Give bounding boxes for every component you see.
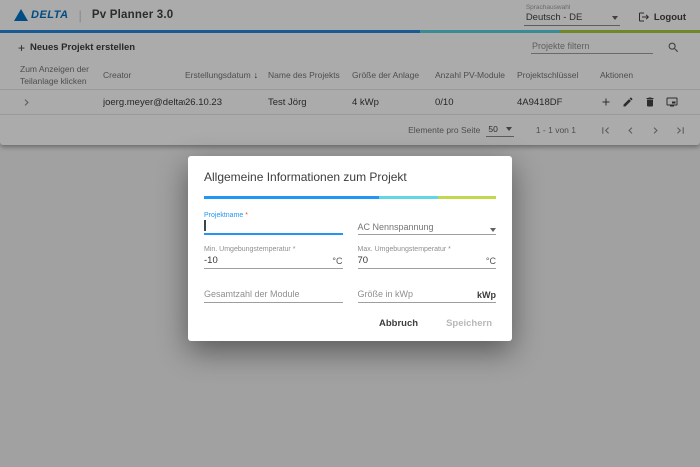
dialog-title: Allgemeine Informationen zum Projekt — [204, 170, 496, 184]
min-temp-input[interactable] — [204, 255, 328, 266]
min-temp-field: Min. Umgebungstemperatur * °C — [204, 246, 343, 269]
size-kwp-spacer — [358, 280, 497, 289]
project-name-field: Projektname * — [204, 212, 343, 235]
max-temp-unit: °C — [482, 256, 496, 266]
progress-cyan-segment — [379, 196, 437, 199]
min-temp-label: Min. Umgebungstemperatur * — [204, 246, 343, 255]
total-modules-spacer — [204, 280, 343, 289]
ac-voltage-value: AC Nennspannung — [358, 222, 434, 232]
ac-voltage-spacer — [358, 212, 497, 221]
project-name-label: Projektname * — [204, 212, 343, 221]
total-modules-field — [204, 280, 343, 303]
max-temp-input[interactable] — [358, 255, 482, 266]
ac-voltage-field: AC Nennspannung — [358, 212, 497, 235]
save-button[interactable]: Speichern — [446, 318, 492, 329]
progress-blue-segment — [204, 196, 379, 199]
max-temp-field: Max. Umgebungstemperatur * °C — [358, 246, 497, 269]
text-cursor — [204, 220, 206, 231]
size-kwp-unit: kWp — [473, 290, 496, 300]
min-temp-unit: °C — [328, 256, 342, 266]
progress-green-segment — [438, 196, 496, 199]
max-temp-label: Max. Umgebungstemperatur * — [358, 246, 497, 255]
project-name-input[interactable] — [204, 221, 343, 232]
size-kwp-input[interactable] — [358, 289, 474, 300]
total-modules-input[interactable] — [204, 289, 343, 300]
dialog-step-progress — [204, 196, 496, 199]
dialog-fields: Projektname * AC Nennspannung Min. Umgeb… — [204, 212, 496, 303]
project-info-dialog: Allgemeine Informationen zum Projekt Pro… — [188, 156, 512, 341]
dialog-buttons: Abbruch Speichern — [204, 318, 496, 329]
chevron-down-icon — [490, 228, 496, 232]
ac-voltage-select[interactable]: AC Nennspannung — [358, 221, 497, 235]
cancel-button[interactable]: Abbruch — [379, 318, 418, 329]
size-kwp-field: kWp — [358, 280, 497, 303]
